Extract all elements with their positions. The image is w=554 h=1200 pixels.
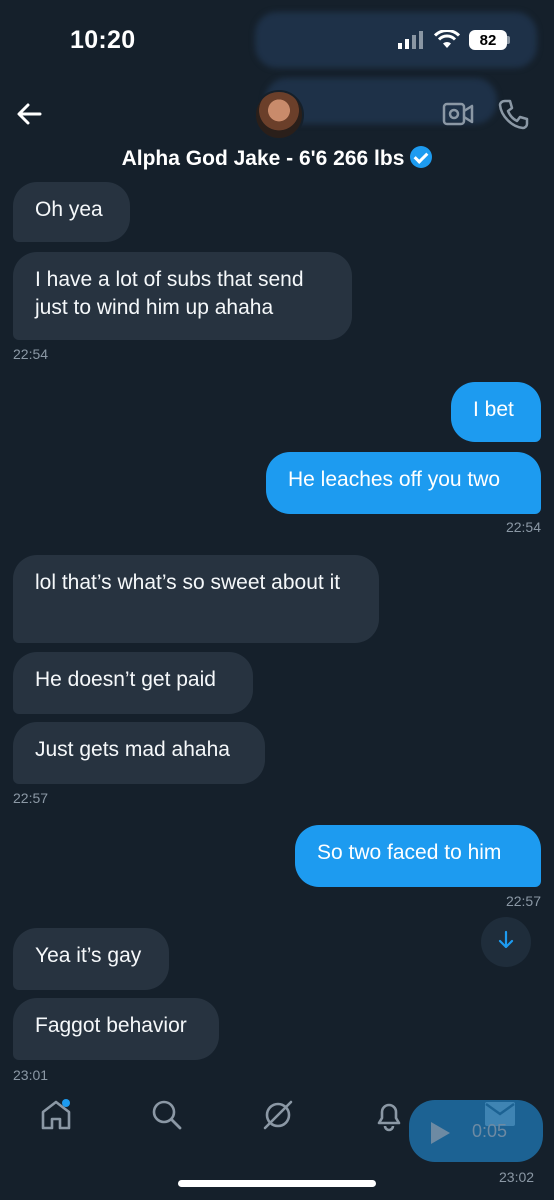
message-bubble-incoming[interactable]: I have a lot of subs that send just to w… (13, 252, 352, 340)
message-timestamp: 22:57 (505, 893, 541, 909)
verified-badge-icon (410, 146, 433, 168)
bell-icon[interactable] (372, 1098, 406, 1137)
status-time: 10:20 (70, 26, 136, 54)
message-bubble-outgoing[interactable]: I bet (451, 382, 541, 442)
message-bubble-incoming[interactable]: lol that’s what’s so sweet about it (13, 555, 379, 643)
contact-name[interactable]: Alpha God Jake - 6'6 266 lbs (0, 146, 554, 171)
play-icon[interactable] (428, 1120, 452, 1151)
message-bubble-incoming[interactable]: Oh yea (13, 182, 130, 242)
message-timestamp: 23:02 (499, 1169, 535, 1185)
grok-icon[interactable] (261, 1098, 295, 1137)
message-timestamp: 22:54 (505, 519, 541, 535)
signal-icon (398, 31, 426, 54)
wifi-icon (433, 29, 461, 55)
contact-name-text: Alpha God Jake - 6'6 266 lbs (121, 147, 405, 170)
scroll-to-bottom-button[interactable] (481, 917, 531, 967)
battery-icon: 82 (469, 30, 510, 50)
message-bubble-outgoing[interactable]: So two faced to him (295, 825, 541, 887)
home-icon[interactable] (39, 1098, 73, 1137)
message-bubble-incoming[interactable]: Yea it’s gay (13, 928, 169, 990)
message-timestamp: 22:57 (13, 790, 49, 806)
message-bubble-incoming[interactable]: Just gets mad ahaha (13, 722, 265, 784)
message-bubble-outgoing[interactable]: He leaches off you two (266, 452, 541, 514)
message-timestamp: 23:01 (13, 1067, 49, 1083)
search-icon[interactable] (150, 1098, 184, 1137)
message-timestamp: 22:54 (13, 346, 49, 362)
arrow-down-icon (497, 930, 515, 955)
home-indicator (178, 1180, 376, 1187)
battery-level: 82 (469, 30, 507, 50)
phone-icon[interactable] (498, 98, 530, 135)
video-call-icon[interactable] (442, 100, 474, 133)
back-arrow-icon[interactable] (14, 98, 46, 130)
message-bubble-incoming[interactable]: Faggot behavior (13, 998, 219, 1060)
voice-duration: 0:05 (472, 1121, 508, 1141)
avatar[interactable] (254, 90, 304, 140)
message-bubble-incoming[interactable]: He doesn’t get paid (13, 652, 253, 714)
